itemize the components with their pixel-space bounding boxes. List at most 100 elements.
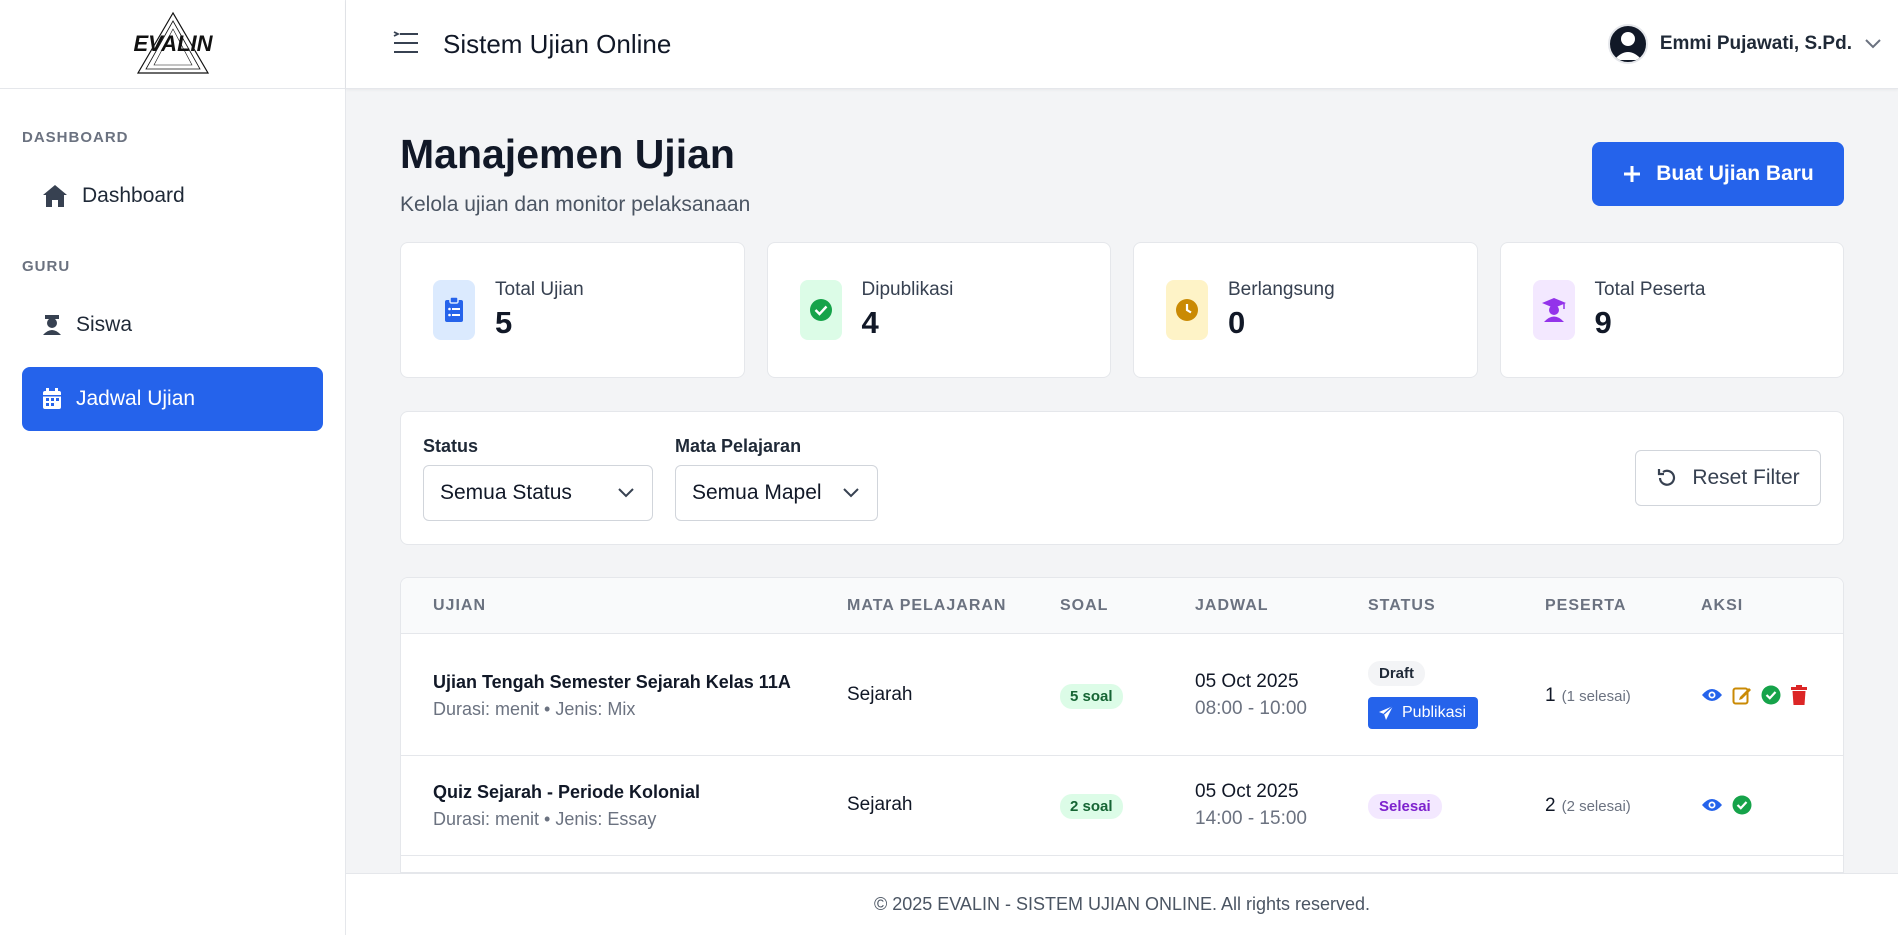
user-name: Emmi Pujawati, S.Pd. [1659, 33, 1852, 54]
column-header-mata-pelajaran[interactable]: MATA PELAJARAN [847, 597, 1006, 615]
home-icon [43, 185, 67, 207]
mapel-select[interactable]: Semua Mapel [675, 465, 878, 521]
stat-value: 4 [861, 305, 879, 340]
sidebar: EVALIN DASHBOARD Dashboard GURU Siswa Ja… [0, 0, 346, 935]
evalin-logo-icon: EVALIN [133, 11, 213, 74]
main-content: Manajemen Ujian Kelola ujian dan monitor… [346, 89, 1898, 873]
stat-value: 0 [1228, 305, 1246, 340]
logo[interactable]: EVALIN [0, 0, 345, 89]
status-cell: Draft Publikasi [1368, 661, 1478, 729]
status-filter-label: Status [423, 436, 479, 456]
soal-cell: 2 soal [1060, 794, 1123, 819]
soal-count-badge: 2 soal [1060, 794, 1123, 819]
footer-text: © 2025 EVALIN - SISTEM UJIAN ONLINE. All… [873, 894, 1371, 914]
sidebar-item-jadwal-ujian[interactable]: Jadwal Ujian [22, 367, 323, 431]
action-cell [1701, 685, 1808, 705]
exam-cell: Quiz Sejarah - Periode Kolonial Durasi: … [433, 782, 700, 830]
stat-label: Total Ujian [495, 279, 584, 300]
column-header-jadwal[interactable]: JADWAL [1195, 597, 1269, 615]
avatar [1607, 24, 1648, 64]
sidebar-item-label: Siswa [76, 313, 133, 336]
exam-date: 05 Oct 2025 [1195, 781, 1299, 802]
status-filter-group: Status Semua Status [423, 436, 653, 521]
sidebar-item-dashboard[interactable]: Dashboard [22, 164, 323, 228]
menu-toggle-icon[interactable] [392, 30, 420, 56]
student-icon [43, 315, 61, 335]
user-avatar-icon [1613, 32, 1642, 60]
exam-name[interactable]: Ujian Tengah Semester Sejarah Kelas 11A [433, 672, 791, 693]
footer: © 2025 EVALIN - SISTEM UJIAN ONLINE. All… [346, 873, 1898, 935]
nav-section-dashboard: DASHBOARD [22, 129, 129, 146]
stat-card-total-peserta: Total Peserta 9 [1499, 242, 1844, 378]
status-badge: Selesai [1368, 794, 1442, 819]
sidebar-item-label: Dashboard [82, 184, 185, 207]
mapel-filter-label: Mata Pelajaran [675, 436, 802, 456]
page-title: Manajemen Ujian [400, 131, 735, 177]
delete-icon[interactable] [1790, 685, 1808, 705]
subject-cell: Sejarah [847, 794, 913, 815]
stat-value: 5 [495, 305, 513, 340]
stat-label: Dipublikasi [861, 279, 954, 300]
exam-cell: Ujian Tengah Semester Sejarah Kelas 11A … [433, 672, 791, 720]
paper-plane-icon [1379, 705, 1394, 720]
create-exam-label: Buat Ujian Baru [1656, 162, 1814, 185]
graduate-icon [1532, 280, 1575, 340]
peserta-count: 1 [1545, 685, 1556, 706]
status-select-value: Semua Status [440, 481, 572, 504]
check-circle-icon [799, 280, 842, 340]
exam-name[interactable]: Quiz Sejarah - Periode Kolonial [433, 782, 700, 803]
app-title: Sistem Ujian Online [443, 29, 672, 59]
soal-cell: 5 soal [1060, 684, 1123, 709]
exam-date: 05 Oct 2025 [1195, 671, 1299, 692]
nav-section-guru: GURU [22, 258, 71, 275]
sidebar-item-siswa[interactable]: Siswa [22, 293, 323, 357]
peserta-cell: 2 (2 selesai) [1545, 795, 1631, 817]
table-row: Ujian Tengah Semester Sejarah Kelas 11A … [401, 634, 1843, 756]
peserta-cell: 1 (1 selesai) [1545, 685, 1631, 707]
stat-value: 9 [1594, 305, 1612, 340]
column-header-aksi[interactable]: AKSI [1701, 597, 1743, 615]
status-select[interactable]: Semua Status [423, 465, 653, 521]
check-icon[interactable] [1761, 685, 1781, 705]
mapel-select-value: Semua Mapel [692, 481, 822, 504]
column-header-peserta[interactable]: PESERTA [1545, 597, 1626, 615]
sidebar-item-label: Jadwal Ujian [76, 387, 196, 410]
page-subtitle: Kelola ujian dan monitor pelaksanaan [400, 193, 751, 216]
stat-label: Berlangsung [1228, 279, 1335, 300]
column-header-soal[interactable]: SOAL [1060, 597, 1108, 615]
plus-icon [1624, 166, 1641, 182]
edit-icon[interactable] [1732, 685, 1752, 705]
status-badge: Draft [1368, 661, 1426, 686]
status-cell: Selesai [1368, 794, 1442, 819]
calendar-icon [43, 388, 61, 409]
stat-card-total-ujian: Total Ujian 5 [400, 242, 745, 378]
stats-row: Total Ujian 5 Dipublikasi 4 Berlangsung … [400, 242, 1844, 378]
chevron-down-icon [1865, 39, 1881, 49]
peserta-done: (2 selesai) [1561, 798, 1631, 815]
reset-filter-button[interactable]: Reset Filter [1635, 450, 1821, 506]
undo-icon [1658, 469, 1676, 486]
exam-time: 14:00 - 15:00 [1195, 808, 1307, 829]
stat-label: Total Peserta [1594, 279, 1706, 300]
user-menu[interactable]: Emmi Pujawati, S.Pd. [1607, 24, 1882, 64]
publish-button[interactable]: Publikasi [1368, 697, 1478, 729]
publish-label: Publikasi [1402, 704, 1467, 721]
view-icon[interactable] [1701, 687, 1723, 703]
clipboard-icon [433, 280, 475, 340]
schedule-cell: 05 Oct 2025 14:00 - 15:00 [1195, 781, 1307, 830]
table-header: UJIAN MATA PELAJARAN SOAL JADWAL STATUS … [401, 578, 1843, 634]
peserta-done: (1 selesai) [1561, 688, 1631, 705]
clock-icon [1166, 280, 1208, 340]
peserta-count: 2 [1545, 795, 1556, 816]
exam-meta: Durasi: menit • Jenis: Essay [433, 809, 657, 829]
schedule-cell: 05 Oct 2025 08:00 - 10:00 [1195, 671, 1307, 720]
column-header-ujian[interactable]: UJIAN [433, 597, 486, 615]
exam-time: 08:00 - 10:00 [1195, 698, 1307, 719]
view-icon[interactable] [1701, 797, 1723, 813]
check-icon[interactable] [1732, 795, 1752, 815]
create-exam-button[interactable]: Buat Ujian Baru [1592, 142, 1844, 206]
soal-count-badge: 5 soal [1060, 684, 1123, 709]
column-header-status[interactable]: STATUS [1368, 597, 1436, 615]
stat-card-dipublikasi: Dipublikasi 4 [766, 242, 1111, 378]
action-cell [1701, 795, 1752, 815]
